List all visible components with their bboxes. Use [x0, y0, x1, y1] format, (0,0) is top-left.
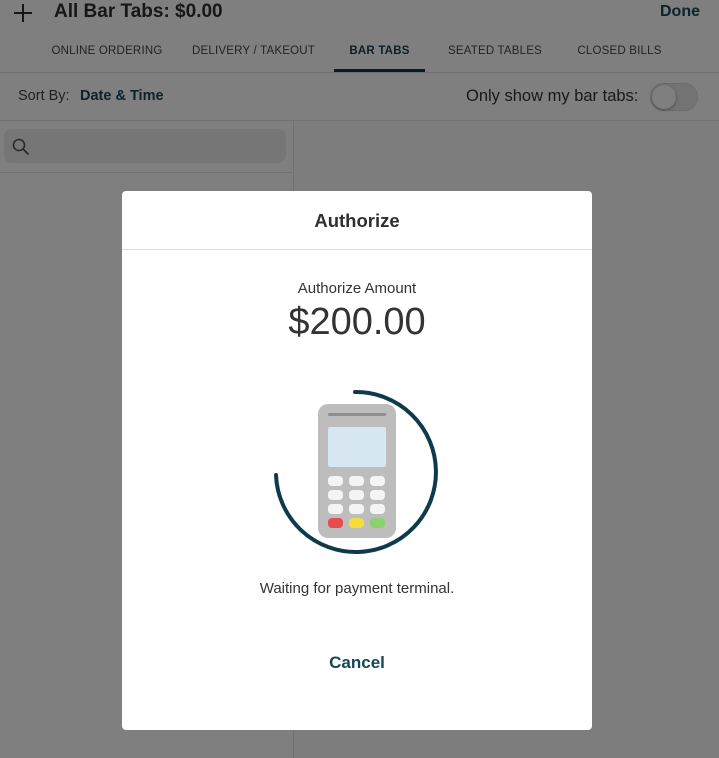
amount-label: Authorize Amount	[297, 280, 417, 297]
status-text: Waiting for payment terminal.	[259, 580, 455, 597]
dialog-header: Authorize	[122, 191, 592, 250]
dialog-title: Authorize	[314, 210, 400, 231]
amount-value: $200.00	[288, 301, 426, 343]
app-root: All Bar Tabs: $0.00 Done ONLINE ORDERING…	[0, 0, 719, 758]
cancel-button[interactable]: Cancel	[297, 648, 417, 678]
card-terminal-icon	[274, 389, 438, 554]
authorize-dialog: Authorize Authorize Amount $200.00 Waiti…	[122, 191, 592, 730]
